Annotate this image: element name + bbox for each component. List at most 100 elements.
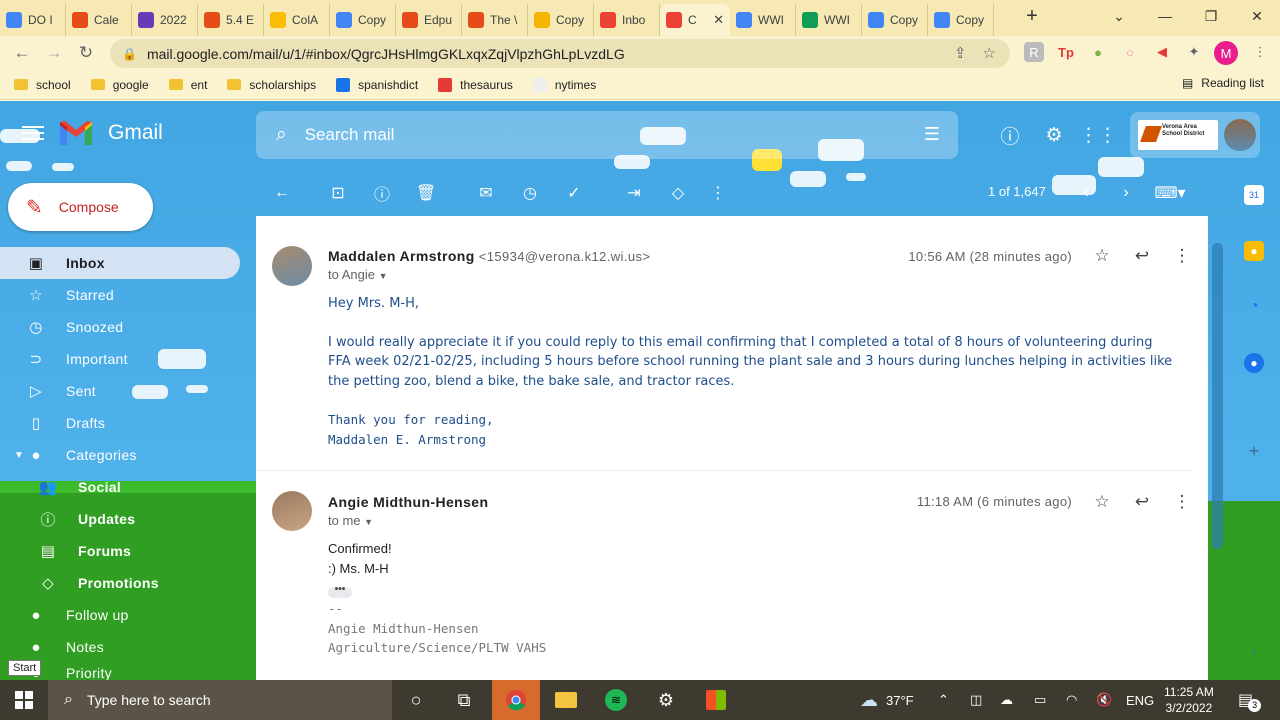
- minimize-button[interactable]: —: [1142, 0, 1188, 32]
- sidebar-item-categories[interactable]: ▼ ● Categories: [0, 439, 256, 471]
- sidebar-item-sent[interactable]: ▷ Sent: [0, 375, 256, 407]
- sender-name[interactable]: Angie Midthun-Hensen: [328, 494, 488, 510]
- bookmark-item[interactable]: spanishdict: [336, 77, 418, 92]
- extension-plant-icon[interactable]: ●: [1088, 42, 1108, 62]
- sender-avatar[interactable]: [272, 491, 312, 531]
- file-explorer-icon[interactable]: [542, 680, 590, 720]
- close-tab-icon[interactable]: ✕: [713, 12, 724, 28]
- extension-tp-icon[interactable]: Tp: [1056, 42, 1076, 62]
- get-addons-icon[interactable]: +: [1244, 441, 1264, 461]
- cortana-icon[interactable]: ○: [392, 680, 440, 720]
- start-button[interactable]: [0, 680, 48, 720]
- sidebar-item-social[interactable]: 👥 Social: [0, 471, 256, 503]
- sidebar-item-important[interactable]: ⊃ Important: [0, 343, 256, 375]
- archive-icon[interactable]: ⊡: [326, 181, 350, 205]
- wifi-icon[interactable]: ◠: [1066, 680, 1077, 720]
- sidebar-item-starred[interactable]: ☆ Starred: [0, 279, 256, 311]
- task-view-icon[interactable]: ⧉: [440, 680, 488, 720]
- add-task-icon[interactable]: ✓: [562, 181, 586, 205]
- onedrive-icon[interactable]: ☁: [1000, 680, 1013, 720]
- bookmark-item[interactable]: ent: [168, 78, 207, 92]
- star-icon[interactable]: ☆: [1090, 490, 1114, 514]
- browser-tab[interactable]: Copy: [330, 4, 396, 36]
- share-icon[interactable]: ⇪: [954, 44, 967, 62]
- hide-side-panel-icon[interactable]: ›: [1244, 641, 1264, 661]
- bookmark-item[interactable]: school: [14, 78, 71, 92]
- mark-unread-icon[interactable]: ✉: [474, 181, 498, 205]
- volume-muted-icon[interactable]: 🔇: [1096, 680, 1112, 720]
- report-spam-icon[interactable]: ⓘ: [370, 181, 394, 205]
- more-actions-icon[interactable]: ⋮: [706, 181, 730, 205]
- input-tools-icon[interactable]: ⌨▾: [1152, 181, 1188, 205]
- new-tab-button[interactable]: +: [1012, 0, 1052, 32]
- gmail-logo[interactable]: Gmail: [22, 119, 163, 147]
- language-indicator[interactable]: ENG: [1126, 680, 1154, 720]
- sidebar-item-notes[interactable]: ● Notes: [0, 631, 256, 663]
- sidebar-item-inbox[interactable]: ▣ Inbox: [0, 247, 240, 279]
- extension-r-icon[interactable]: R: [1024, 42, 1044, 62]
- browser-tab[interactable]: 2022: [132, 4, 198, 36]
- notifications-icon[interactable]: ▤ 3: [1238, 680, 1262, 720]
- sidebar-item-drafts[interactable]: ▯ Drafts: [0, 407, 256, 439]
- tasks-icon[interactable]: ◔: [1244, 297, 1264, 317]
- search-mail-bar[interactable]: ⌕ Search mail ☰: [256, 111, 958, 159]
- show-trimmed-content-button[interactable]: •••: [328, 585, 352, 598]
- older-icon[interactable]: ›: [1114, 181, 1138, 205]
- reload-icon[interactable]: ↻: [70, 37, 102, 69]
- search-options-icon[interactable]: ☰: [924, 124, 940, 145]
- reply-icon[interactable]: ↩: [1130, 490, 1154, 514]
- back-to-inbox-icon[interactable]: ←: [270, 181, 294, 205]
- settings-gear-icon[interactable]: ⚙: [1042, 123, 1066, 147]
- star-icon[interactable]: ☆: [1090, 244, 1114, 268]
- sender-name[interactable]: Maddalen Armstrong <15934@verona.k12.wi.u…: [328, 248, 650, 264]
- browser-tab[interactable]: 5.4 E: [198, 4, 264, 36]
- browser-tab[interactable]: DO I: [0, 4, 66, 36]
- browser-tab[interactable]: Copy: [862, 4, 928, 36]
- sidebar-item-updates[interactable]: ⓘ Updates: [0, 503, 256, 535]
- apps-grid-icon[interactable]: ⋮⋮: [1079, 123, 1117, 147]
- newer-icon[interactable]: ‹: [1074, 181, 1098, 205]
- more-options-icon[interactable]: ⋮: [1170, 490, 1194, 514]
- extensions-puzzle-icon[interactable]: ✦: [1184, 42, 1204, 62]
- snooze-icon[interactable]: ◷: [518, 181, 542, 205]
- scrollbar[interactable]: [1212, 243, 1223, 549]
- bookmark-star-icon[interactable]: ☆: [983, 44, 996, 62]
- close-window-button[interactable]: ✕: [1234, 0, 1280, 32]
- profile-avatar[interactable]: M: [1214, 41, 1238, 65]
- browser-tab[interactable]: WWI: [730, 4, 796, 36]
- spotify-icon[interactable]: ≋: [592, 680, 640, 720]
- sidebar-item-promotions[interactable]: ◇ Promotions: [0, 567, 256, 599]
- reading-list[interactable]: ▤ Reading list: [1182, 76, 1264, 90]
- main-menu-icon[interactable]: [22, 126, 44, 140]
- bookmark-item[interactable]: thesaurus: [438, 77, 513, 92]
- reply-icon[interactable]: ↩: [1130, 244, 1154, 268]
- delete-icon[interactable]: 🗑: [414, 181, 438, 205]
- recipient-details[interactable]: to me ▼: [328, 513, 373, 528]
- browser-tab[interactable]: Edpu: [396, 4, 462, 36]
- weather-widget[interactable]: ☁ 37°F: [860, 680, 914, 720]
- sidebar-item-forums[interactable]: ▤ Forums: [0, 535, 256, 567]
- chrome-app-icon[interactable]: [492, 680, 540, 720]
- meet-now-icon[interactable]: ◫: [970, 680, 982, 720]
- browser-menu-icon[interactable]: ⋮: [1250, 42, 1270, 62]
- compose-button[interactable]: ✎ Compose: [8, 183, 153, 231]
- more-options-icon[interactable]: ⋮: [1170, 244, 1194, 268]
- tab-search-icon[interactable]: ⌄: [1096, 0, 1142, 32]
- show-hidden-icons[interactable]: ⌃: [938, 680, 949, 720]
- move-to-icon[interactable]: ⇥: [622, 181, 646, 205]
- browser-tab[interactable]: Inbo: [594, 4, 660, 36]
- browser-tab[interactable]: C ✕: [660, 4, 730, 36]
- expand-caret-icon[interactable]: ▼: [14, 450, 24, 461]
- settings-icon[interactable]: ⚙: [642, 680, 690, 720]
- restore-button[interactable]: ❐: [1188, 0, 1234, 32]
- browser-tab[interactable]: The \: [462, 4, 528, 36]
- search-icon[interactable]: ⌕: [276, 124, 287, 146]
- extension-ring-icon[interactable]: ○: [1120, 42, 1140, 62]
- browser-tab[interactable]: Copy: [528, 4, 594, 36]
- sidebar-item-snoozed[interactable]: ◷ Snoozed: [0, 311, 256, 343]
- address-bar[interactable]: 🔒 mail.google.com/mail/u/1/#inbox/QgrcJH…: [110, 39, 1010, 68]
- forward-icon[interactable]: →: [38, 37, 70, 69]
- sender-avatar[interactable]: [272, 246, 312, 286]
- contacts-icon[interactable]: ●: [1244, 353, 1264, 373]
- keep-icon[interactable]: ●: [1244, 241, 1264, 261]
